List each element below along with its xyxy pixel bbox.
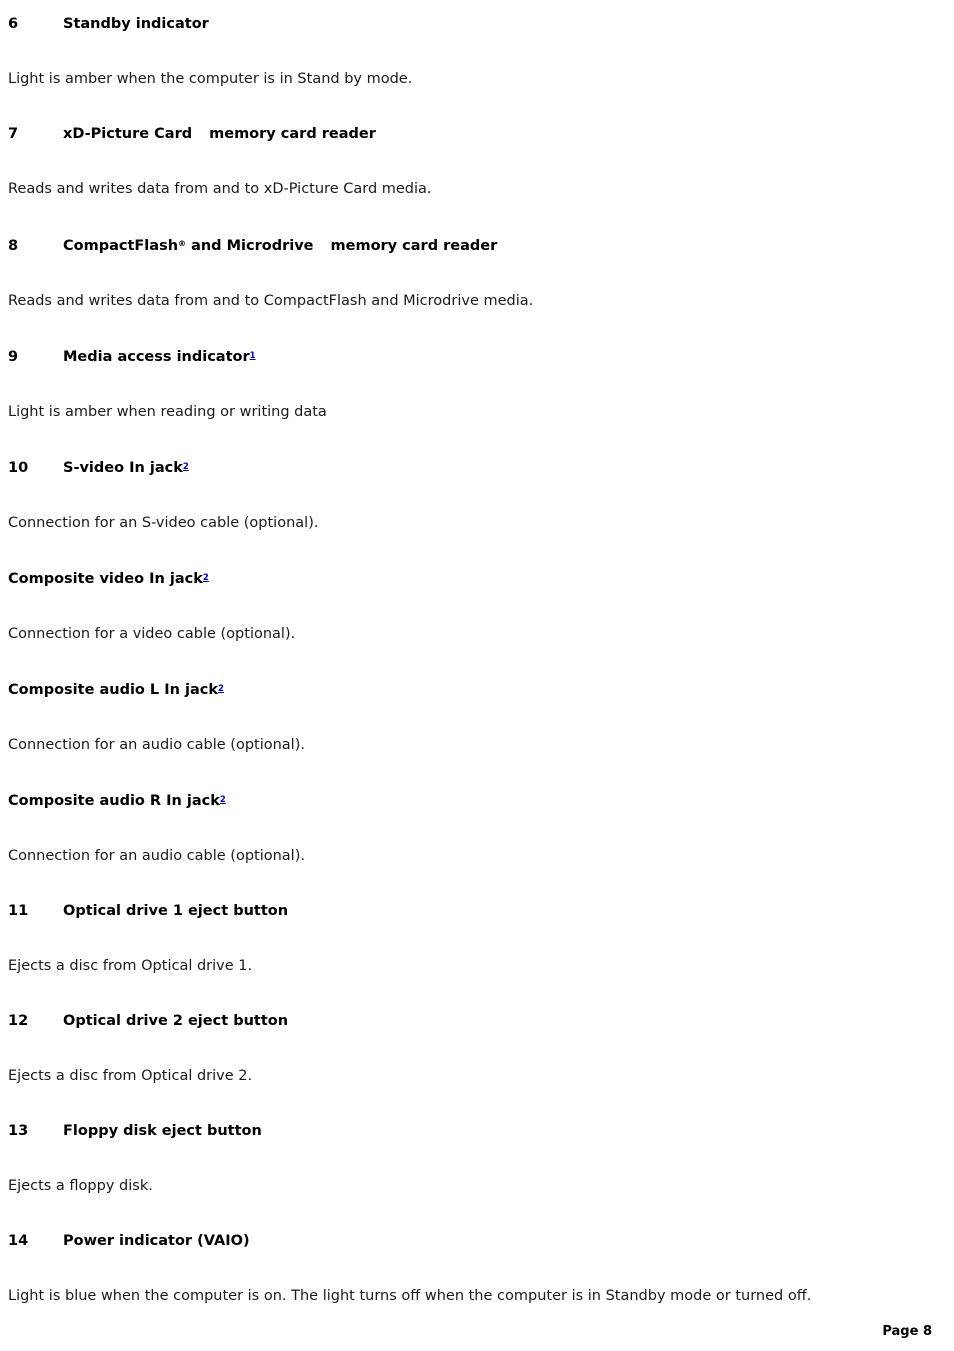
entry-composite-audio-r-in: Composite audio R In jack2 Connection fo… — [8, 790, 946, 866]
entry-heading: Composite audio L In jack2 — [8, 679, 946, 700]
entry-12: 12 Optical drive 2 eject button Ejects a … — [8, 1011, 946, 1086]
entry-number: 13 — [8, 1123, 29, 1139]
entry-number: 14 — [8, 1233, 29, 1249]
entry-label: Optical drive 2 eject button — [63, 1013, 289, 1029]
entry-description: Connection for an audio cable (optional)… — [8, 848, 305, 864]
entry-7: 7 xD-Picture Card memory card reader Reads… — [8, 124, 946, 199]
entry-8: 8 CompactFlash® and Microdrive memory card… — [8, 234, 946, 311]
entry-number: 7 — [8, 126, 19, 142]
entry-heading: Composite video In jack2 — [8, 568, 946, 589]
document-page: 6 Standby indicator Light is amber when t… — [0, 0, 954, 1351]
entry-label: S-video In jack — [63, 460, 183, 476]
entry-number: 12 — [8, 1013, 29, 1029]
footnote-link[interactable]: 1 — [250, 351, 256, 361]
entry-composite-audio-l-in: Composite audio L In jack2 Connection fo… — [8, 679, 946, 755]
entry-description: Connection for a video cable (optional). — [8, 626, 296, 642]
footnote-link[interactable]: 2 — [220, 795, 226, 805]
entry-heading: 14 Power indicator (VAIO) — [8, 1231, 946, 1251]
entry-number: 9 — [8, 349, 19, 365]
entry-label-part1: CompactFlash — [63, 238, 179, 254]
entry-heading: 6 Standby indicator — [8, 14, 946, 34]
entry-label: Composite audio R In jack — [8, 793, 220, 809]
footnote-link[interactable]: 2 — [218, 684, 224, 694]
registered-trademark-icon: ® — [178, 239, 187, 248]
entry-label-part1: xD-Picture Card — [63, 126, 193, 142]
entry-label: Optical drive 1 eject button — [63, 903, 289, 919]
entry-9: 9 Media access indicator1 Light is amber … — [8, 346, 946, 422]
entry-heading: 8 CompactFlash® and Microdrive memory card… — [8, 234, 946, 256]
entry-11: 11 Optical drive 1 eject button Ejects a … — [8, 901, 946, 976]
entry-6: 6 Standby indicator Light is amber when t… — [8, 14, 946, 89]
entry-number: 6 — [8, 16, 19, 32]
entry-label: Floppy disk eject button — [63, 1123, 262, 1139]
entry-label: Power indicator (VAIO) — [63, 1233, 250, 1249]
entry-description: Ejects a disc from Optical drive 1. — [8, 958, 253, 974]
entry-description: Connection for an S-video cable (optiona… — [8, 515, 319, 531]
entry-13: 13 Floppy disk eject button Ejects a flop… — [8, 1121, 946, 1196]
page-number: Page 8 — [882, 1324, 932, 1339]
entry-description: Connection for an audio cable (optional)… — [8, 737, 305, 753]
entry-description: Light is amber when the computer is in S… — [8, 71, 413, 87]
page-content: 6 Standby indicator Light is amber when t… — [0, 0, 954, 1306]
entry-description: Light is amber when reading or writing d… — [8, 404, 327, 420]
entry-description: Light is blue when the computer is on. T… — [8, 1288, 812, 1304]
entry-label: Composite audio L In jack — [8, 682, 218, 698]
entry-label: Standby indicator — [63, 16, 209, 32]
entry-description: Ejects a disc from Optical drive 2. — [8, 1068, 253, 1084]
entry-number: 10 — [8, 460, 29, 476]
entry-number: 8 — [8, 238, 19, 254]
entry-heading: 11 Optical drive 1 eject button — [8, 901, 946, 921]
entry-description: Reads and writes data from and to Compac… — [8, 293, 534, 309]
entry-heading: 12 Optical drive 2 eject button — [8, 1011, 946, 1031]
entry-number: 11 — [8, 903, 29, 919]
entry-description: Reads and writes data from and to xD-Pic… — [8, 181, 432, 197]
entry-label: Composite video In jack — [8, 571, 203, 587]
entry-label-part1b: and Microdrive — [186, 238, 314, 254]
page-footer: Page 8 — [0, 1320, 932, 1341]
entry-heading: 10 S-video In jack2 — [8, 457, 946, 478]
entry-14: 14 Power indicator (VAIO) Light is blue w… — [8, 1231, 946, 1306]
entry-composite-video-in: Composite video In jack2 Connection for … — [8, 568, 946, 644]
footnote-link[interactable]: 2 — [203, 573, 209, 583]
entry-description: Ejects a floppy disk. — [8, 1178, 153, 1194]
entry-heading: 13 Floppy disk eject button — [8, 1121, 946, 1141]
entry-heading: Composite audio R In jack2 — [8, 790, 946, 811]
entry-label-part2: memory card reader — [330, 238, 498, 254]
entry-10: 10 S-video In jack2 Connection for an S-v… — [8, 457, 946, 533]
footnote-link[interactable]: 2 — [183, 462, 189, 472]
entry-heading: 9 Media access indicator1 — [8, 346, 946, 367]
entry-label: Media access indicator — [63, 349, 250, 365]
entry-label-part2: memory card reader — [209, 126, 376, 142]
entry-heading: 7 xD-Picture Card memory card reader — [8, 124, 946, 144]
